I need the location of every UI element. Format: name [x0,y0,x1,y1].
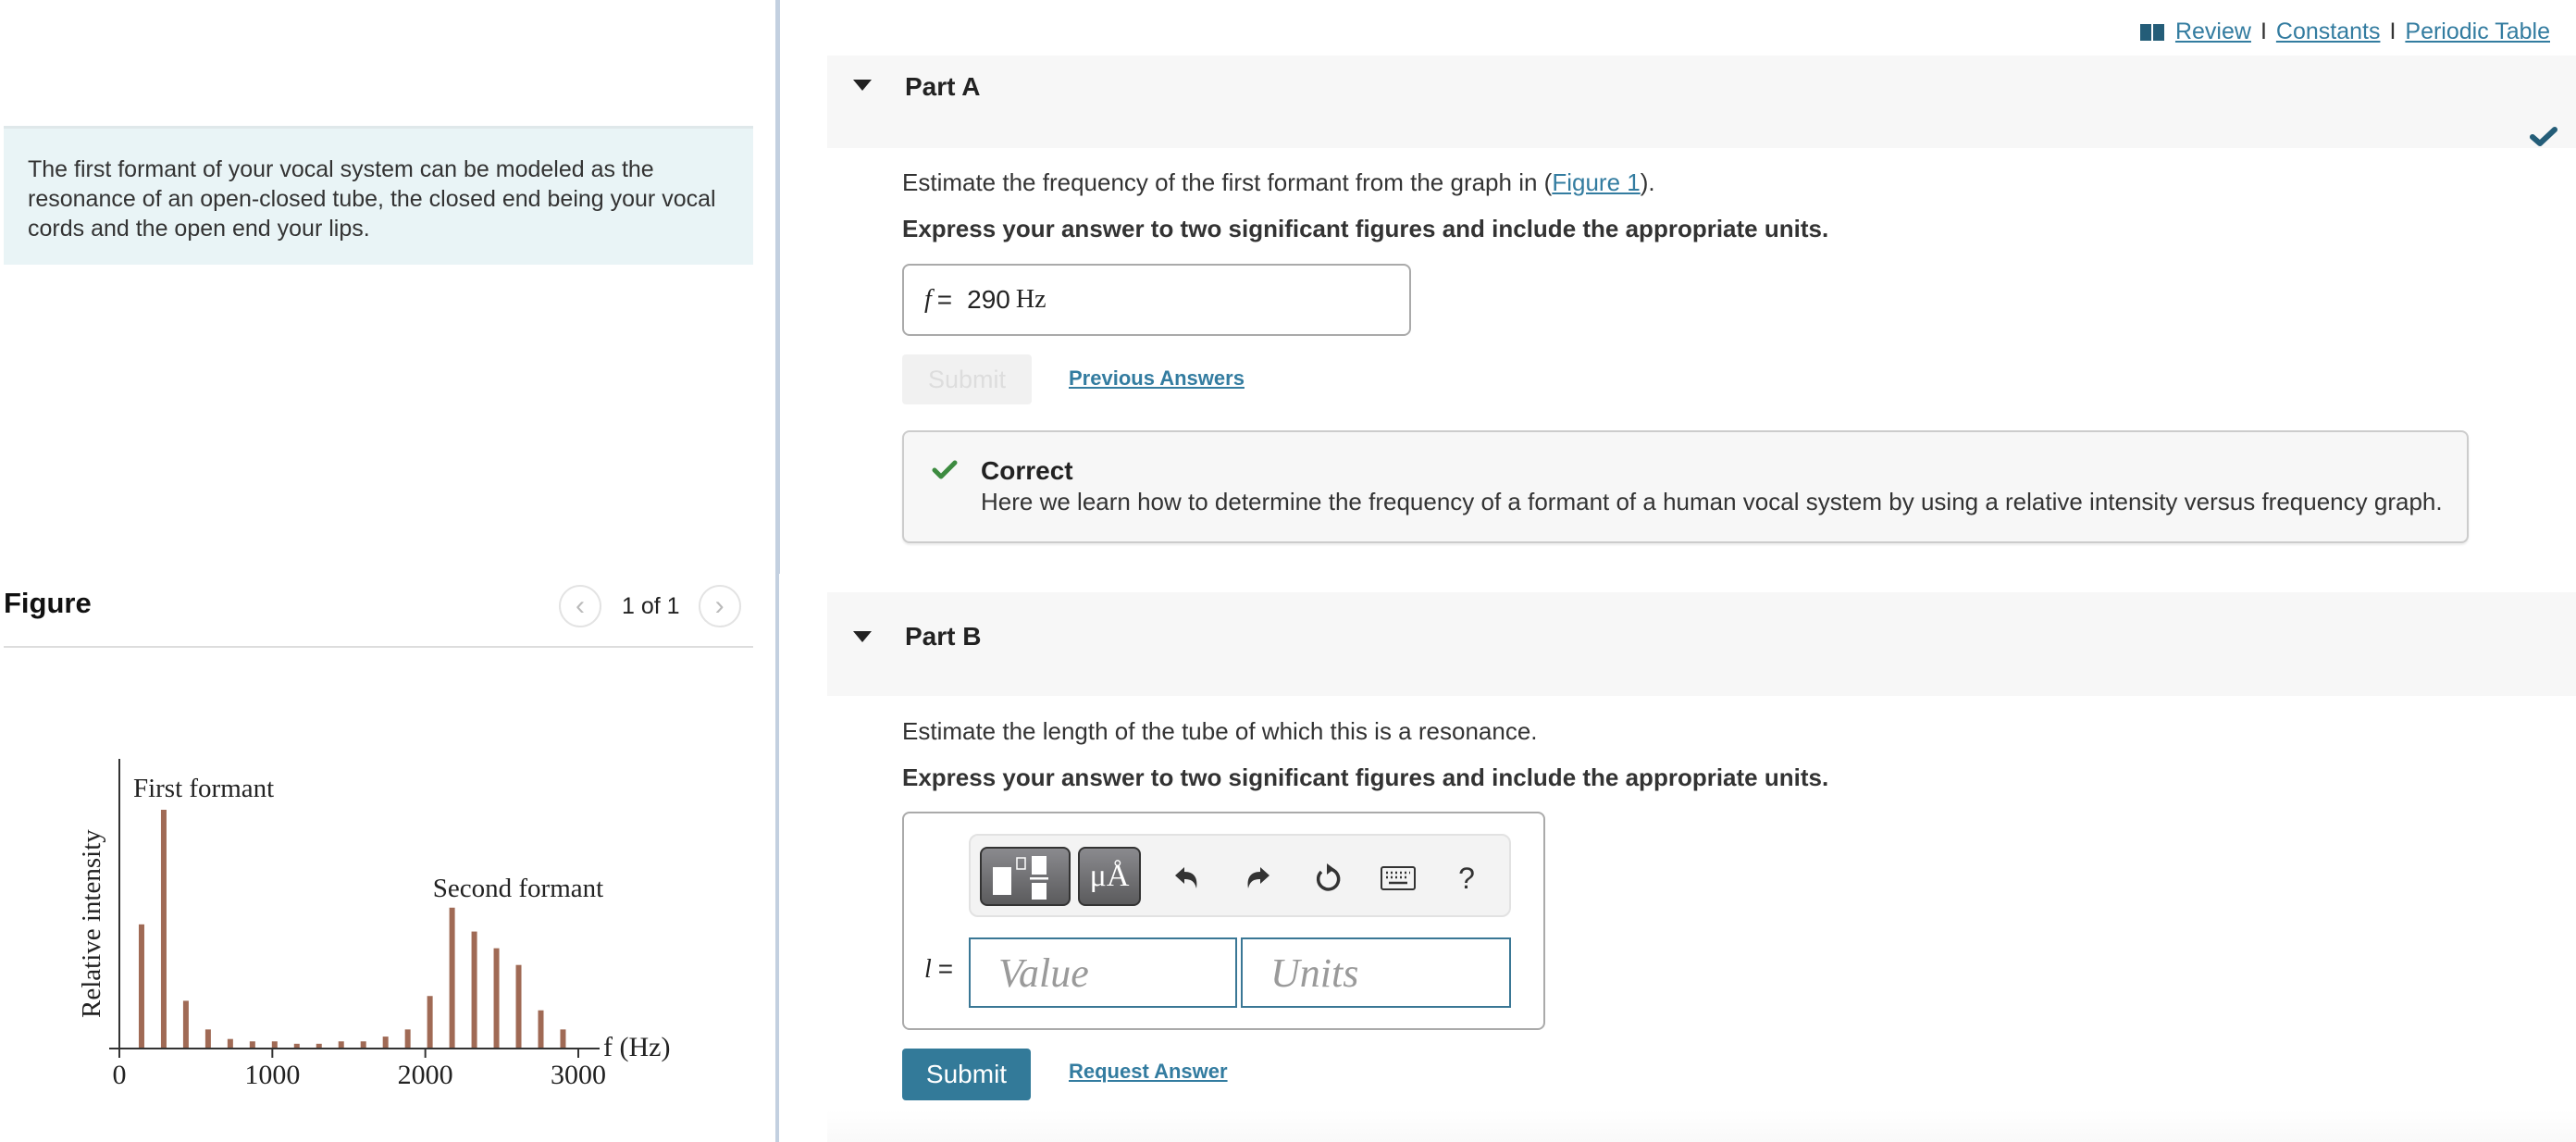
templates-icon [993,856,1048,900]
part-a-answer-field: f = 290 Hz [902,264,1411,336]
figure-divider [4,646,753,648]
x-axis-label: f (Hz) [603,1032,670,1062]
part-b-instruction: Express your answer to two significant f… [902,763,1829,791]
figure-counter: 1 of 1 [622,592,680,619]
feedback-correct: Correct Here we learn how to determine t… [902,430,2469,543]
link-separator: I [2389,19,2396,44]
bar [271,1041,278,1049]
formant-chart: 0 1000 2000 3000 Relative intensity f (Hz) … [77,759,670,1090]
caret-down-icon [853,80,872,91]
bottom-edge [827,1111,2576,1142]
pane-divider[interactable] [775,0,779,1142]
part-a-submit-button: Submit [902,354,1032,404]
problem-intro: The first formant of your vocal system c… [4,126,753,265]
bar [160,810,167,1049]
check-icon [932,460,958,479]
resource-links: Review I Constants I Periodic Table [2139,19,2550,45]
bar [182,1000,189,1049]
review-link[interactable]: Review [2175,19,2251,45]
figure-1-link[interactable]: Figure 1 [1552,168,1640,196]
figure-next-button[interactable]: › [698,585,741,627]
bar [404,1029,411,1049]
bar [427,996,433,1049]
bar [538,1010,544,1049]
bar [560,1029,566,1049]
bar [515,964,522,1049]
units-input[interactable] [1241,937,1511,1008]
part-b-answer-box: μÅ ? l = [902,812,1545,1030]
x-tick-label: 0 [113,1060,127,1090]
help-icon[interactable]: ? [1448,860,1485,897]
answer-variable: f [924,285,932,314]
feedback-title: Correct [981,456,1073,485]
part-a-header[interactable]: Part A [827,56,2576,148]
feedback-text: Here we learn how to determine the frequ… [981,488,2443,515]
x-tick-label: 2000 [398,1060,453,1090]
part-a-question: Estimate the frequency of the first form… [902,168,1655,196]
annotation-second-formant: Second formant [433,874,603,903]
annotation-first-formant: First formant [133,774,274,803]
templates-button[interactable] [980,847,1071,906]
equals-sign: = [936,285,953,314]
constants-link[interactable]: Constants [2276,19,2381,45]
book-icon [2139,23,2164,41]
bar [338,1041,344,1049]
problem-panel: The first formant of your vocal system c… [0,0,775,1142]
figure-title: Figure [4,587,92,619]
y-axis-label: Relative intensity [77,829,106,1018]
part-b-header[interactable]: Part B [827,592,2576,696]
bar [204,1029,211,1049]
part-b-title: Part B [905,622,982,651]
periodic-table-link[interactable]: Periodic Table [2405,19,2550,45]
bar [493,948,500,1049]
part-a-title: Part A [905,72,981,101]
previous-answers-link[interactable]: Previous Answers [1069,366,1245,391]
reset-icon[interactable] [1309,860,1346,897]
math-toolbar: μÅ ? [969,834,1511,917]
bar [360,1041,366,1049]
figure-pager: ‹ 1 of 1 › [559,585,741,627]
request-answer-link[interactable]: Request Answer [1069,1060,1228,1084]
bar [138,924,144,1049]
keyboard-icon[interactable] [1380,860,1417,897]
caret-down-icon [853,631,872,642]
x-tick-label: 1000 [244,1060,300,1090]
part-b-submit-button[interactable]: Submit [902,1049,1031,1100]
chevron-left-icon: ‹ [576,590,585,621]
units-button[interactable]: μÅ [1078,847,1141,906]
bar [471,931,477,1049]
bar [227,1038,233,1049]
answer-value: 290 [967,285,1010,314]
answer-units: Hz [1015,285,1046,314]
x-tick-label: 3000 [551,1060,606,1090]
answer-variable: l = [924,954,954,984]
bar [449,907,455,1049]
part-a-instruction: Express your answer to two significant f… [902,215,1829,242]
chevron-right-icon: › [714,590,724,621]
undo-icon[interactable] [1169,860,1206,897]
figure-prev-button[interactable]: ‹ [559,585,601,627]
bar [382,1036,389,1049]
completed-check-icon [2530,127,2557,146]
bar [249,1041,255,1049]
link-separator: I [2260,19,2267,44]
value-input[interactable] [969,937,1237,1008]
part-b-question: Estimate the length of the tube of which… [902,717,1538,745]
redo-icon[interactable] [1239,860,1276,897]
intro-text: The first formant of your vocal system c… [28,156,716,242]
